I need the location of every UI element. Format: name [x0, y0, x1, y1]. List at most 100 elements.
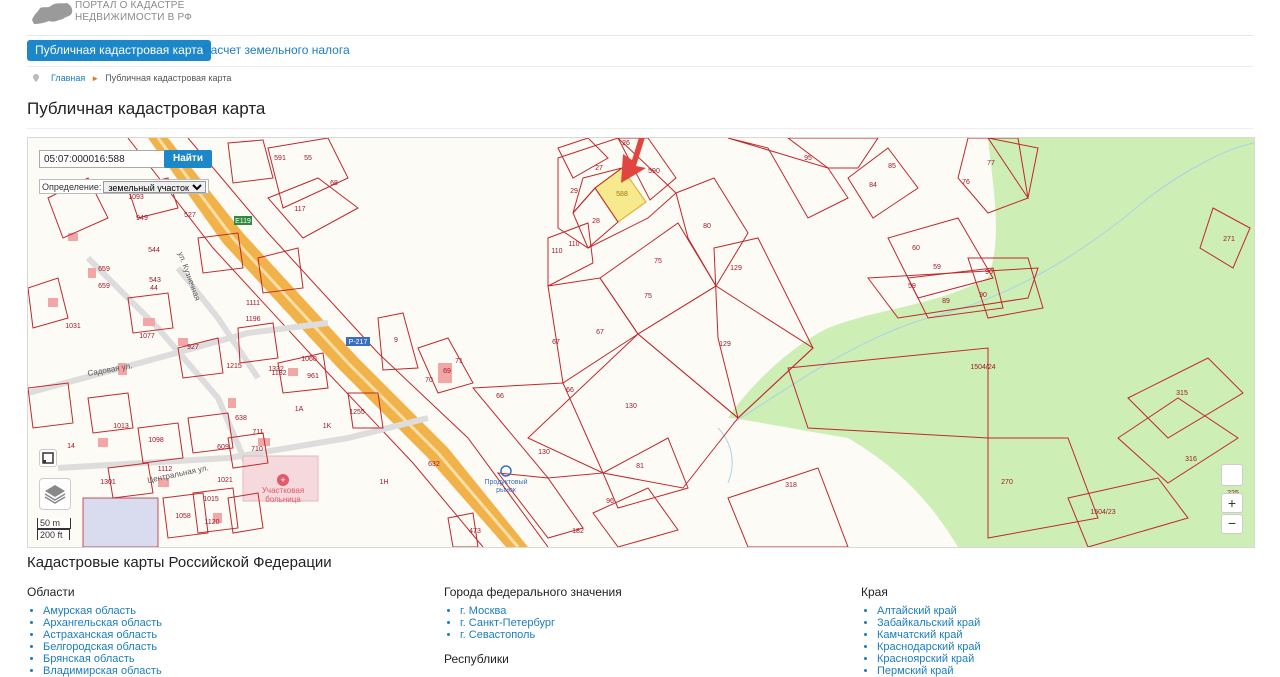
parcel-number[interactable]: 90 — [985, 269, 993, 276]
region-item[interactable]: Астраханская область — [43, 629, 162, 641]
breadcrumb-home[interactable]: Главная — [51, 73, 85, 83]
region-item[interactable]: Белгородская область — [43, 641, 162, 653]
krai-item[interactable]: Красноярский край — [877, 653, 981, 665]
region-link[interactable]: Брянская область — [43, 653, 135, 665]
city-link[interactable]: г. Севастополь — [460, 629, 535, 641]
parcel-number[interactable]: 71 — [455, 358, 463, 365]
parcel-number[interactable]: 1215 — [226, 363, 242, 370]
parcel-number[interactable]: 1255 — [349, 409, 365, 416]
parcel-number[interactable]: 588 — [616, 191, 628, 198]
logo-text[interactable]: ПОРТАЛ О КАДАСТРЕ НЕДВИЖИМОСТИ В РФ — [75, 0, 192, 24]
parcel-number[interactable]: 638 — [235, 415, 247, 422]
parcel-number[interactable]: 1120 — [204, 519, 219, 526]
parcel-number[interactable]: 14 — [67, 443, 75, 450]
parcel-number[interactable]: 44 — [150, 285, 158, 292]
parcel-number[interactable]: 710 — [251, 446, 263, 453]
krai-link[interactable]: Алтайский край — [877, 605, 957, 617]
parcel-number[interactable]: 67 — [596, 329, 604, 336]
krai-link[interactable]: Краснодарский край — [877, 641, 981, 653]
parcel-number[interactable]: 80 — [703, 223, 711, 230]
parcel-number[interactable]: 1021 — [217, 477, 233, 484]
parcel-number[interactable]: 90 — [979, 292, 987, 299]
parcel-number[interactable]: 318 — [785, 482, 797, 489]
zoom-in-button[interactable]: + — [1221, 493, 1243, 513]
parcel-number[interactable]: 67 — [552, 339, 560, 346]
parcel-number[interactable]: 927 — [187, 344, 199, 351]
krai-item[interactable]: Камчатский край — [877, 629, 981, 641]
parcel-number[interactable]: 26 — [622, 140, 630, 147]
russia-map-logo-icon[interactable] — [30, 0, 74, 26]
parcel-number[interactable]: 1058 — [175, 513, 191, 520]
parcel-number[interactable]: 544 — [148, 247, 160, 254]
parcel-number[interactable]: 1K — [323, 423, 332, 430]
search-button[interactable]: Найти — [164, 150, 212, 168]
city-item[interactable]: г. Санкт-Петербург — [460, 617, 622, 629]
parcel-number[interactable]: 961 — [307, 373, 319, 380]
parcel-number[interactable]: 271 — [1223, 236, 1235, 243]
parcel-number[interactable]: 270 — [1001, 479, 1013, 486]
map-canvas[interactable]: + E119 P-217 Садовая ул. Центральная ул.… — [28, 138, 1254, 547]
parcel-number[interactable]: 632 — [428, 461, 440, 468]
parcel-number[interactable]: 315 — [1176, 390, 1188, 397]
parcel-number[interactable]: 1013 — [113, 423, 129, 430]
parcel-number[interactable]: 1098 — [148, 437, 164, 444]
region-link[interactable]: Амурская область — [43, 605, 136, 617]
region-link[interactable]: Владимирская область — [43, 665, 162, 677]
parcel-number[interactable]: 590 — [648, 168, 660, 175]
parcel-number[interactable]: 96 — [606, 498, 614, 505]
parcel-number[interactable]: 1060 — [301, 356, 317, 363]
layers-button[interactable] — [39, 478, 71, 510]
parcel-number[interactable]: 129 — [719, 341, 731, 348]
parcel-number[interactable]: 1112 — [158, 466, 173, 473]
parcel-number[interactable]: 129 — [730, 265, 742, 272]
parcel-number[interactable]: 9 — [394, 337, 398, 344]
krai-link[interactable]: Пермский край — [877, 665, 954, 677]
region-item[interactable]: Амурская область — [43, 605, 162, 617]
parcel-number[interactable]: 95 — [804, 155, 812, 162]
parcel-number[interactable]: 75 — [644, 293, 652, 300]
parcel-number[interactable]: 69 — [443, 368, 451, 375]
parcel-number[interactable]: 60 — [912, 245, 920, 252]
krai-item[interactable]: Забайкальский край — [877, 617, 981, 629]
krai-link[interactable]: Красноярский край — [877, 653, 974, 665]
parcel-number[interactable]: 77 — [987, 160, 995, 167]
parcel-number[interactable]: 84 — [869, 182, 877, 189]
parcel-number[interactable]: 659 — [98, 283, 110, 290]
krai-item[interactable]: Алтайский край — [877, 605, 981, 617]
parcel-number[interactable]: 1031 — [65, 323, 81, 330]
region-link[interactable]: Белгородская область — [43, 641, 157, 653]
parcel-number[interactable]: 1015 — [203, 496, 219, 503]
parcel-number[interactable]: 543 — [149, 277, 161, 284]
parcel-number[interactable]: 75 — [654, 258, 662, 265]
parcel-number[interactable]: 316 — [1185, 456, 1197, 463]
parcel-number[interactable]: 527 — [184, 212, 196, 219]
region-item[interactable]: Архангельская область — [43, 617, 162, 629]
parcel-number[interactable]: 29 — [570, 188, 578, 195]
krai-item[interactable]: Пермский край — [877, 665, 981, 677]
parcel-number[interactable]: 1093 — [128, 194, 144, 201]
region-item[interactable]: Владимирская область — [43, 665, 162, 677]
parcel-number[interactable]: 66 — [496, 393, 504, 400]
parcel-number[interactable]: 55 — [304, 155, 312, 162]
parcel-number[interactable]: 110 — [551, 248, 562, 255]
nav-cadastral-map[interactable]: Публичная кадастровая карта — [27, 40, 212, 61]
parcel-number[interactable]: 28 — [592, 218, 600, 225]
parcel-number[interactable]: 1A — [295, 406, 304, 413]
parcel-number[interactable]: 1504/24 — [970, 364, 995, 371]
parcel-number[interactable]: 110 — [568, 241, 579, 248]
cadastral-map[interactable]: + E119 P-217 Садовая ул. Центральная ул.… — [27, 137, 1255, 548]
region-link[interactable]: Архангельская область — [43, 617, 162, 629]
parcel-number[interactable]: 609 — [217, 444, 229, 451]
parcel-number[interactable]: 949 — [136, 215, 148, 222]
cadastral-search-input[interactable] — [39, 150, 166, 168]
parcel-number[interactable]: 66 — [566, 387, 574, 394]
krai-item[interactable]: Краснодарский край — [877, 641, 981, 653]
fullscreen-button[interactable] — [1221, 464, 1243, 486]
parcel-number[interactable]: 130 — [538, 449, 550, 456]
city-link[interactable]: г. Санкт-Петербург — [460, 617, 555, 629]
parcel-number[interactable]: 473 — [469, 528, 481, 535]
parcel-number[interactable]: 70 — [425, 377, 433, 384]
city-link[interactable]: г. Москва — [460, 605, 506, 617]
parcel-number[interactable]: 182 — [572, 528, 584, 535]
draw-tool-button[interactable] — [39, 449, 57, 467]
